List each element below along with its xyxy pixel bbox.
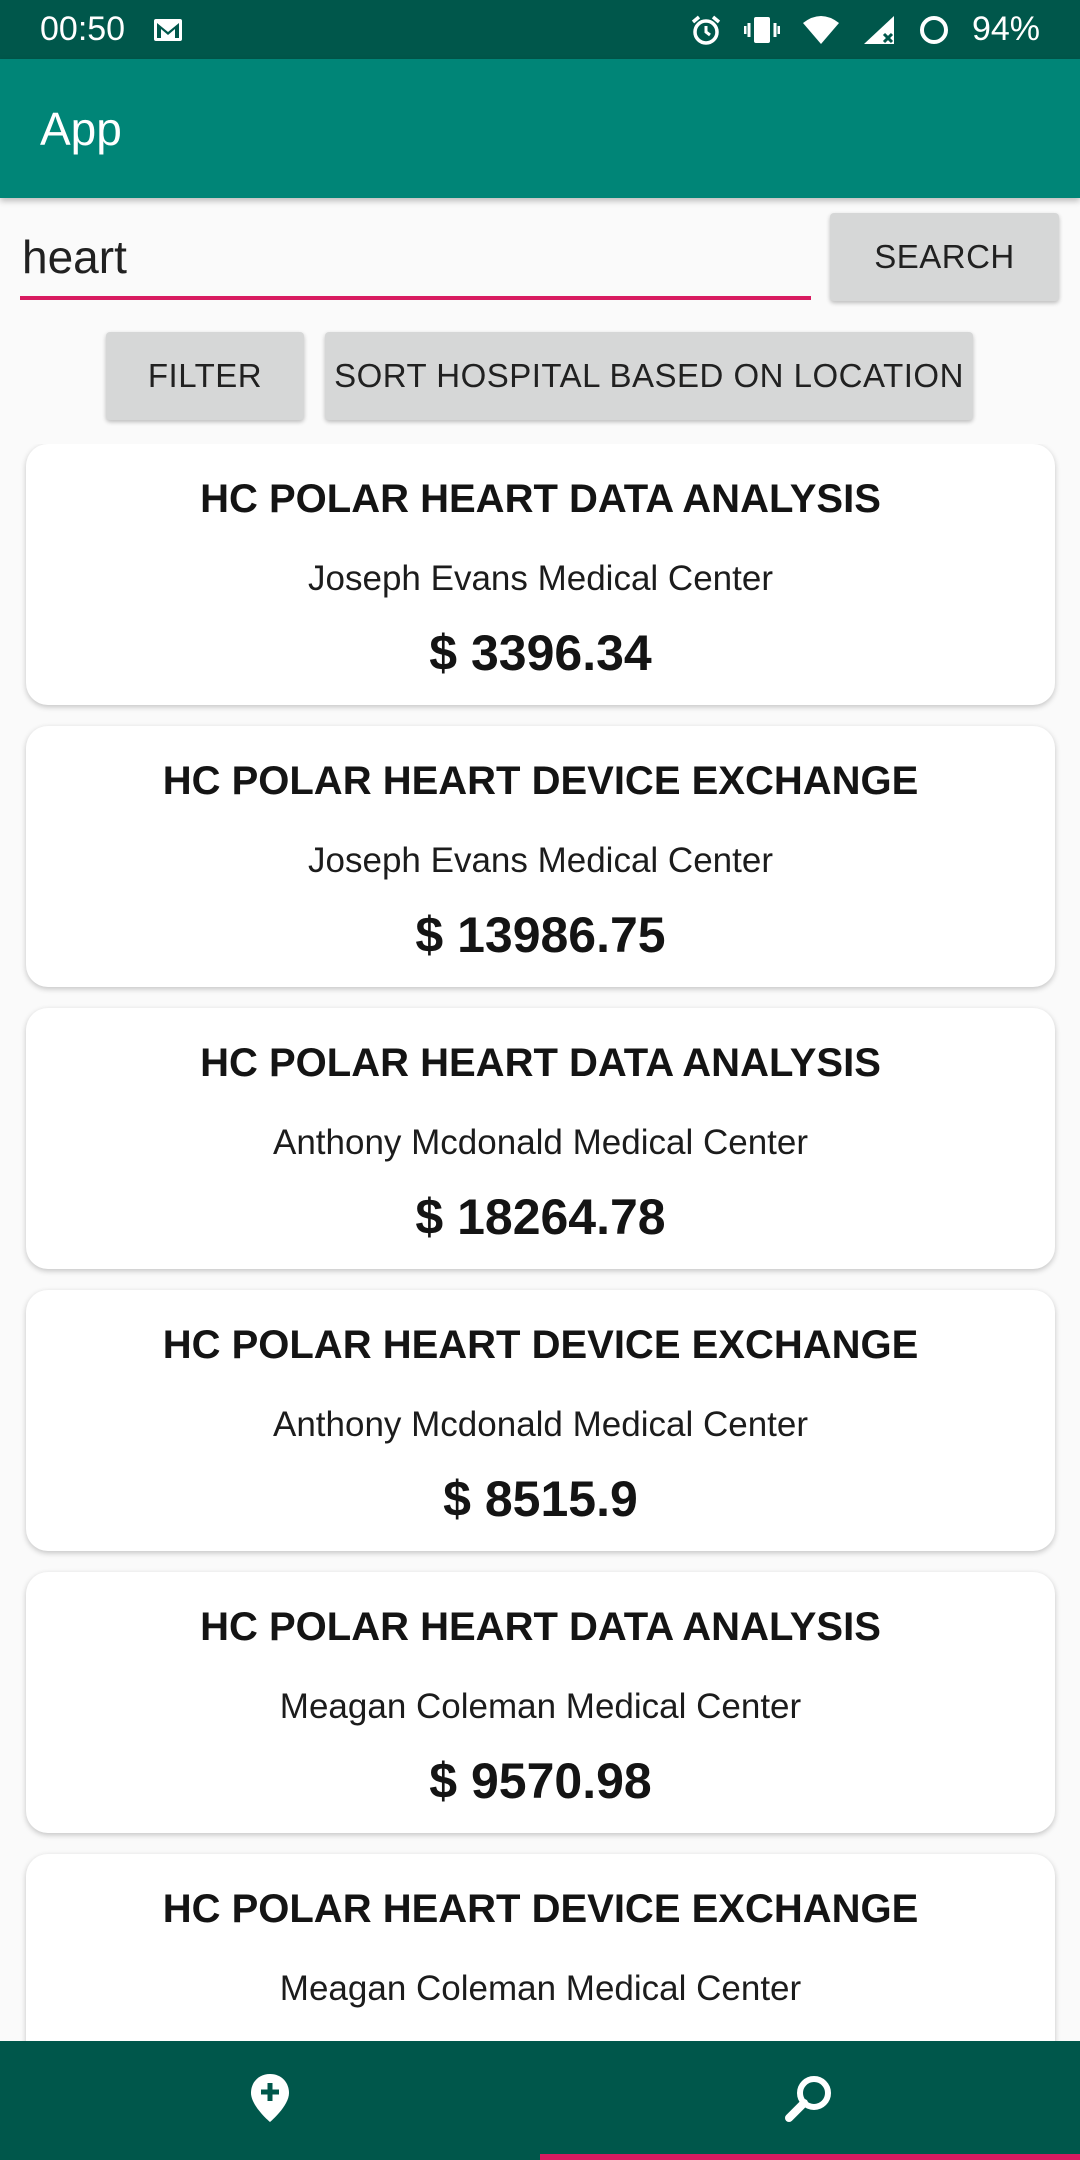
add-location-icon [248,2072,292,2129]
alarm-icon [690,14,722,46]
bottom-nav [0,2041,1080,2160]
signal-icon [862,14,896,46]
price: $ 3396.34 [429,625,652,681]
status-time: 00:50 [40,10,126,48]
selected-tab-indicator [540,2154,1080,2160]
procedure-title: HC POLAR HEART DATA ANALYSIS [200,1041,881,1085]
battery-icon [918,14,950,46]
procedure-title: HC POLAR HEART DEVICE EXCHANGE [162,1323,919,1367]
result-card[interactable]: HC POLAR HEART DEVICE EXCHANGE Meagan Co… [26,1854,1055,2041]
vibrate-icon [743,15,780,45]
price: $ 9570.98 [429,1753,652,1809]
procedure-title: HC POLAR HEART DEVICE EXCHANGE [162,759,919,803]
price: $ 13986.75 [415,907,666,963]
result-card[interactable]: HC POLAR HEART DATA ANALYSIS Joseph Evan… [26,444,1055,705]
search-field[interactable] [20,218,811,300]
hospital-name: Meagan Coleman Medical Center [279,1969,802,2008]
price: $ 8515.9 [443,1471,638,1527]
hospital-name: Anthony Mcdonald Medical Center [272,1123,808,1162]
procedure-title: HC POLAR HEART DEVICE EXCHANGE [162,1887,919,1931]
hospital-name: Anthony Mcdonald Medical Center [272,1405,808,1444]
sort-by-location-button[interactable]: SORT HOSPITAL BASED ON LOCATION [325,332,973,420]
search-button[interactable]: SEARCH [830,213,1059,301]
filter-button[interactable]: FILTER [106,332,304,420]
nav-add-location[interactable] [0,2041,540,2160]
wifi-icon [802,15,840,45]
nav-search[interactable] [540,2041,1080,2160]
gmail-icon [153,18,183,42]
search-icon [784,2072,836,2129]
status-left: 00:50 [40,10,183,49]
result-card[interactable]: HC POLAR HEART DATA ANALYSIS Meagan Cole… [26,1572,1055,1833]
hospital-name: Joseph Evans Medical Center [308,559,773,598]
result-card[interactable]: HC POLAR HEART DEVICE EXCHANGE Anthony M… [26,1290,1055,1551]
battery-level: 94% [971,10,1040,48]
status-bar: 00:50 94% [0,0,1080,59]
results-list[interactable]: HC POLAR HEART DATA ANALYSIS Joseph Evan… [0,444,1080,2041]
app-title: App [40,102,122,155]
hospital-name: Joseph Evans Medical Center [308,841,773,880]
search-input[interactable] [20,230,811,284]
status-right: 94% [690,10,1040,49]
hospital-name: Meagan Coleman Medical Center [279,1687,802,1726]
result-card[interactable]: HC POLAR HEART DEVICE EXCHANGE Joseph Ev… [26,726,1055,987]
price: $ 18264.78 [415,1189,666,1245]
app-bar: App [0,59,1080,198]
procedure-title: HC POLAR HEART DATA ANALYSIS [200,477,881,521]
result-card[interactable]: HC POLAR HEART DATA ANALYSIS Anthony Mcd… [26,1008,1055,1269]
procedure-title: HC POLAR HEART DATA ANALYSIS [200,1605,881,1649]
